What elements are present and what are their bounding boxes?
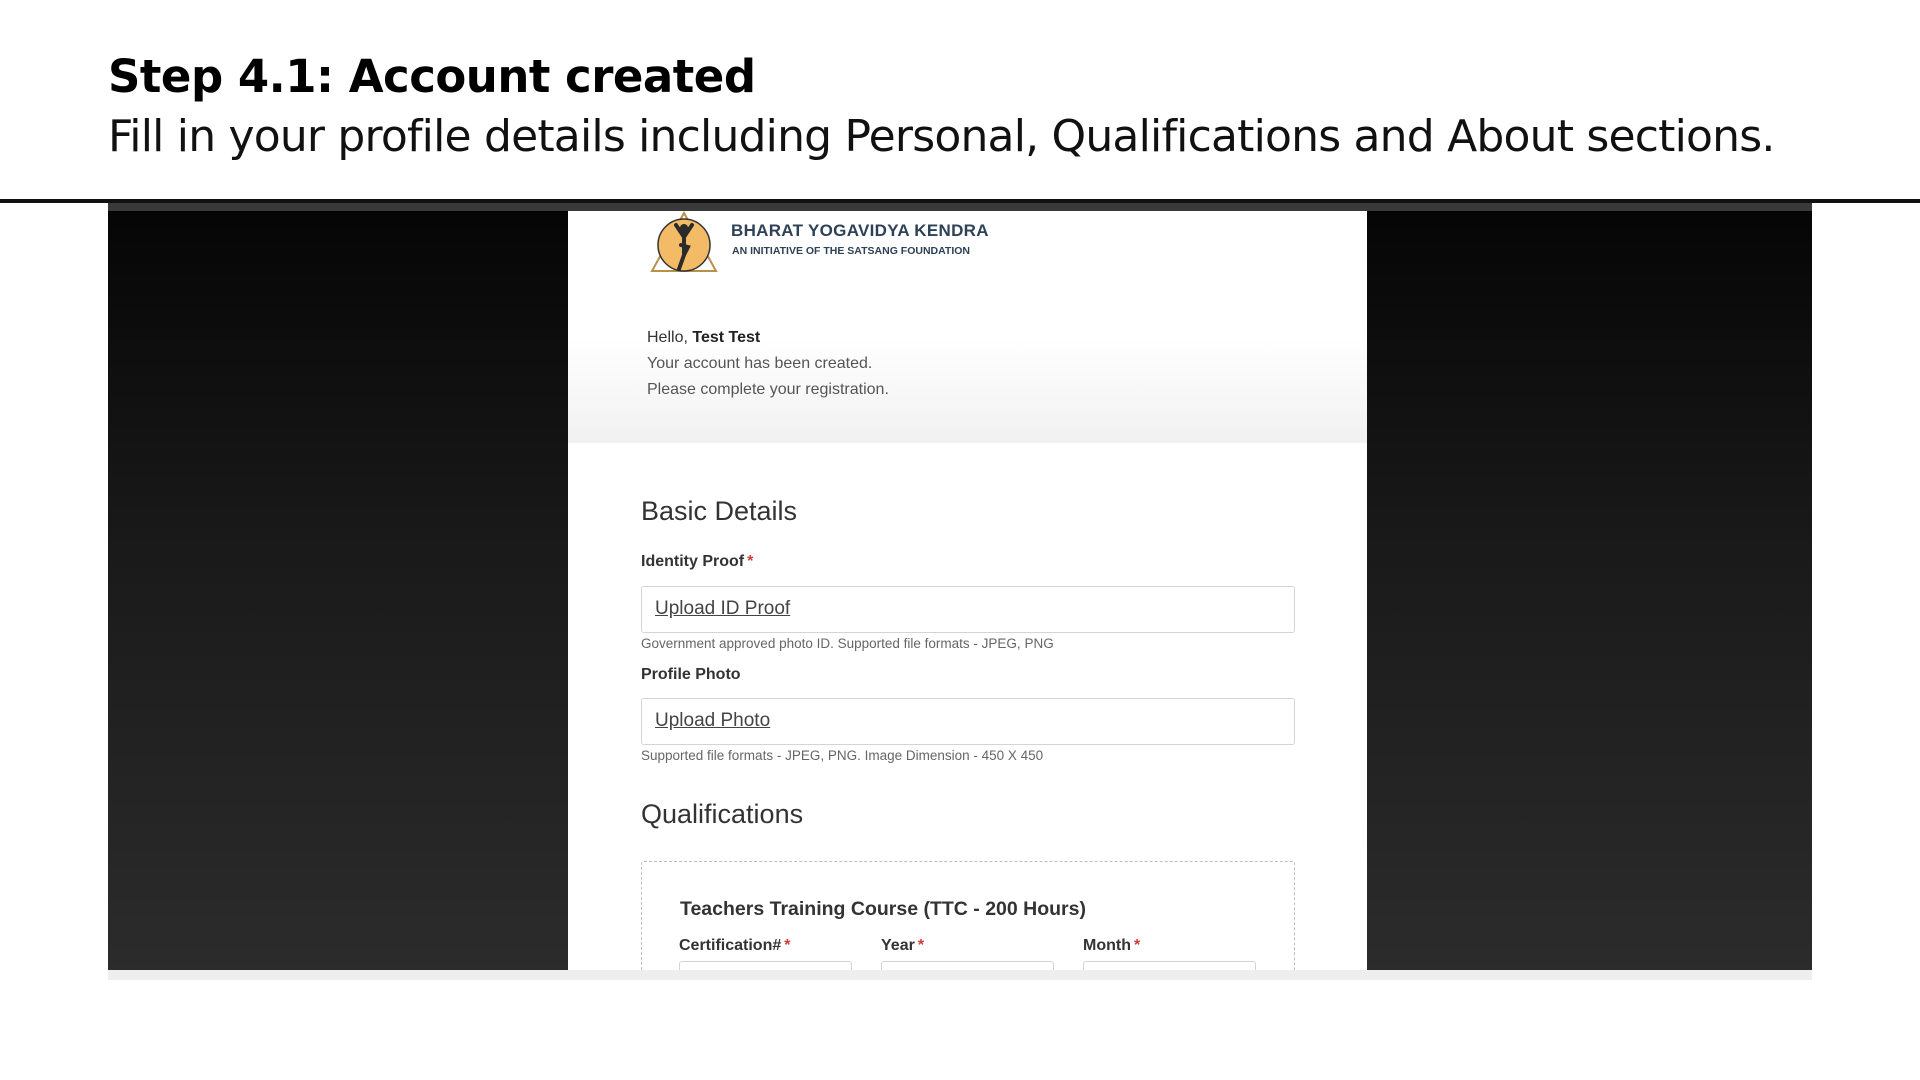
complete-registration-message: Please complete your registration. [647,381,889,398]
org-name: BHARAT YOGAVIDYA KENDRA [731,221,989,240]
email-header: BHARAT YOGAVIDYA KENDRA AN INITIATIVE OF… [568,211,1367,443]
upload-photo-link[interactable]: Upload Photo [655,710,770,732]
user-name: Test Test [692,329,761,346]
identity-proof-upload-field[interactable]: Upload ID Proof [641,586,1295,633]
required-asterisk: * [917,937,925,954]
registration-page: BHARAT YOGAVIDYA KENDRA AN INITIATIVE OF… [568,211,1367,973]
greeting-block: Hello, Test Test Your account has been c… [647,325,889,403]
profile-photo-upload-field[interactable]: Upload Photo [641,698,1295,745]
account-created-message: Your account has been created. [647,355,873,372]
year-label: Year * [881,937,925,954]
course-title: Teachers Training Course (TTC - 200 Hour… [680,898,1086,920]
greeting-hello: Hello, [647,329,688,346]
certification-label: Certification# * [679,937,791,954]
slide-title: Step 4.1: Account created [108,50,756,103]
org-tagline: AN INITIATIVE OF THE SATSANG FOUNDATION [732,245,970,257]
profile-photo-help: Supported file formats - JPEG, PNG. Imag… [641,748,1044,763]
required-asterisk: * [1133,937,1141,954]
screenshot-frame: BHARAT YOGAVIDYA KENDRA AN INITIATIVE OF… [108,203,1812,980]
required-asterisk: * [747,553,754,570]
browser-top-bar [108,203,1812,211]
yoga-pose-logo-icon [650,211,718,272]
basic-details-heading: Basic Details [641,496,798,526]
profile-photo-label: Profile Photo [641,666,741,683]
identity-proof-label: Identity Proof * [641,553,754,570]
required-asterisk: * [784,937,791,954]
screenshot-bottom-edge [108,970,1812,980]
month-label: Month * [1083,937,1141,954]
qualification-card: Teachers Training Course (TTC - 200 Hour… [641,861,1295,973]
slide-subtitle: Fill in your profile details including P… [108,111,1775,162]
qualifications-heading: Qualifications [641,799,804,829]
identity-proof-help: Government approved photo ID. Supported … [641,636,1054,651]
upload-id-proof-link[interactable]: Upload ID Proof [655,598,790,620]
